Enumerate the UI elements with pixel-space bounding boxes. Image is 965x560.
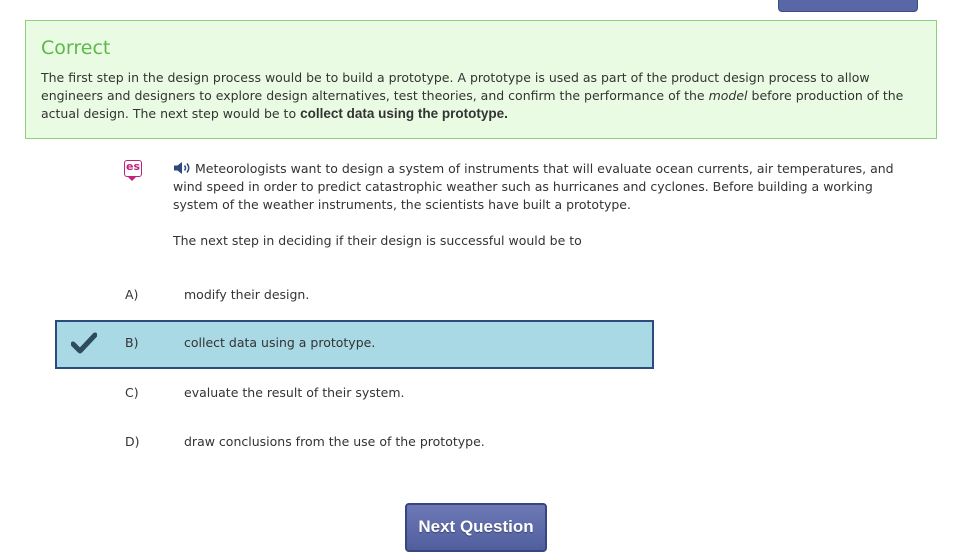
choice-text: draw conclusions from the use of the pro… [184, 434, 485, 449]
feedback-text-italic: model [708, 88, 748, 103]
question-text: Meteorologists want to design a system o… [173, 160, 903, 214]
choice-letter: A) [125, 287, 139, 302]
question-stem: Meteorologists want to design a system o… [173, 160, 903, 250]
checkmark-icon [71, 332, 97, 354]
choice-text: evaluate the result of their system. [184, 385, 405, 400]
feedback-panel: Correct The first step in the design pro… [25, 20, 937, 139]
answer-choice-c[interactable]: C) evaluate the result of their system. [55, 370, 654, 417]
choice-letter: C) [125, 385, 139, 400]
feedback-text-bold: collect data using the prototype. [300, 106, 508, 121]
choice-letter: B) [125, 335, 139, 350]
answer-choice-a[interactable]: A) modify their design. [55, 272, 654, 319]
choice-letter: D) [125, 434, 140, 449]
top-toolbar-button[interactable] [778, 0, 918, 12]
question-stem-text: Meteorologists want to design a system o… [173, 161, 894, 212]
feedback-title: Correct [41, 37, 111, 59]
answer-choice-d[interactable]: D) draw conclusions from the use of the … [55, 419, 654, 466]
answer-choice-b[interactable]: B) collect data using a prototype. [55, 320, 654, 369]
spanish-translation-icon[interactable]: es [124, 160, 142, 181]
next-question-button[interactable]: Next Question [405, 503, 547, 552]
feedback-explanation: The first step in the design process wou… [41, 69, 921, 123]
speaker-icon[interactable] [173, 161, 193, 175]
choice-text: collect data using a prototype. [184, 335, 376, 350]
choice-text: modify their design. [184, 287, 310, 302]
question-prompt: The next step in deciding if their desig… [173, 233, 582, 248]
